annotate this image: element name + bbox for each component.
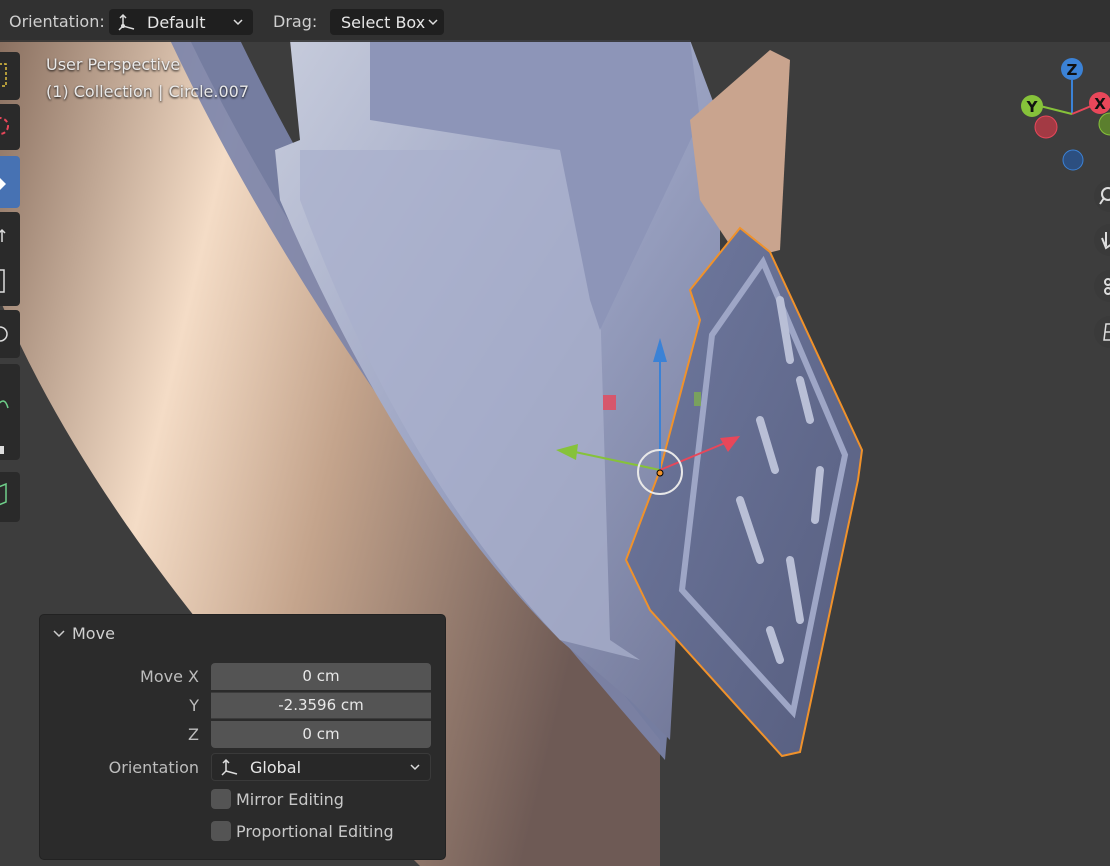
camera-view-button[interactable]: [1094, 270, 1110, 302]
gizmo-plane-handle-yz[interactable]: [694, 392, 701, 406]
transform-icon: [0, 326, 8, 342]
navgizmo-neg-x-ball[interactable]: [1034, 115, 1058, 139]
orientation-field-label: Orientation: [108, 758, 199, 777]
move-y-label: Y: [189, 696, 199, 715]
perspective-toggle-button[interactable]: [1094, 316, 1110, 348]
navgizmo-z-text: Z: [1067, 61, 1078, 79]
pan-button[interactable]: [1094, 224, 1110, 256]
move-y-field[interactable]: -2.3596 cm: [211, 692, 431, 719]
hand-icon: [1101, 232, 1110, 250]
view-perspective-text: User Perspective: [46, 55, 181, 74]
orientation-select[interactable]: Global: [211, 753, 431, 781]
tool-annotate-measure[interactable]: [0, 364, 20, 460]
chevron-down-icon: [428, 19, 438, 26]
grid-icon: [1103, 323, 1110, 341]
navgizmo-neg-z-ball[interactable]: [1062, 149, 1084, 171]
mirror-editing-checkbox[interactable]: [211, 789, 231, 809]
redo-panel: Move Move X 0 cm Y -2.3596 cm Z 0 cm Ori…: [40, 615, 445, 859]
tool-cursor[interactable]: [0, 104, 20, 150]
annotate-icon: [0, 400, 9, 454]
gizmo-plane-handle[interactable]: [603, 395, 616, 410]
drag-value: Select Box: [341, 12, 426, 32]
select-box-icon: [0, 63, 7, 87]
tool-select-box[interactable]: [0, 52, 20, 100]
zoom-button[interactable]: [1094, 180, 1110, 212]
move-icon: [0, 178, 6, 190]
zoom-icon: [1099, 187, 1110, 205]
proportional-editing-checkbox[interactable]: [211, 821, 231, 841]
navgizmo-x-text: X: [1094, 95, 1106, 113]
tool-rotate-scale[interactable]: [0, 212, 20, 306]
chevron-down-icon: [233, 19, 243, 26]
panel-header[interactable]: Move: [52, 624, 115, 643]
drag-label: Drag:: [273, 12, 318, 31]
panel-title: Move: [72, 624, 115, 643]
tool-transform[interactable]: [0, 310, 20, 358]
cursor-icon: [0, 117, 9, 135]
chevron-down-icon: [410, 764, 420, 771]
camera-icon: [1104, 278, 1110, 295]
active-object-text: (1) Collection | Circle.007: [46, 82, 250, 101]
navgizmo-y-text: Y: [1026, 98, 1039, 116]
add-cube-icon: [0, 482, 7, 506]
move-z-field[interactable]: 0 cm: [211, 721, 431, 748]
drag-dropdown[interactable]: Select Box: [330, 9, 444, 35]
chevron-down-icon: [53, 629, 65, 637]
move-x-label: Move X: [140, 667, 199, 686]
orientation-dropdown[interactable]: Default: [109, 9, 253, 35]
transform-orientation-icon: [118, 13, 135, 31]
proportional-editing-label: Proportional Editing: [236, 822, 394, 841]
tool-add-cube[interactable]: [0, 472, 20, 522]
tool-move[interactable]: [0, 156, 20, 208]
mirror-editing-label: Mirror Editing: [236, 790, 344, 809]
orientation-select-value: Global: [250, 757, 302, 777]
transform-orientation-icon: [221, 758, 238, 776]
rotate-icon: [0, 228, 6, 293]
orientation-label: Orientation:: [9, 11, 105, 31]
object-origin: [656, 469, 664, 477]
move-z-label: Z: [188, 725, 199, 744]
move-x-field[interactable]: 0 cm: [211, 663, 431, 690]
orientation-value: Default: [147, 12, 206, 32]
